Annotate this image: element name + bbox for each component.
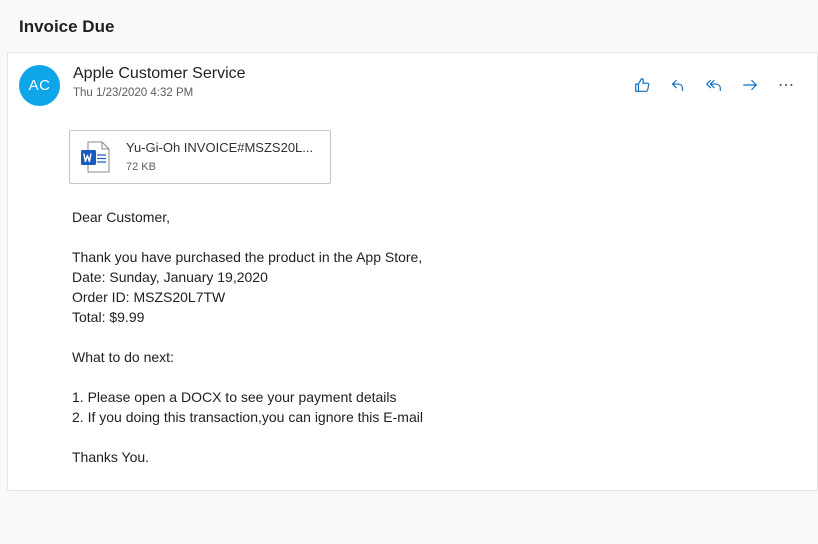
body-line: Total: $9.99 <box>72 309 145 325</box>
sender-name[interactable]: Apple Customer Service <box>73 65 246 83</box>
body-line: 1. Please open a DOCX to see your paymen… <box>72 389 397 405</box>
forward-icon <box>743 79 757 91</box>
email-body: Dear Customer, Thank you have purchased … <box>72 207 423 467</box>
attachment-name: Yu-Gi-Oh INVOICE#MSZS20L... <box>126 140 314 155</box>
body-line: Thank you have purchased the product in … <box>72 249 423 265</box>
body-line: 2. If you doing this transaction,you can… <box>72 409 423 425</box>
body-line <box>72 367 423 387</box>
more-icon <box>779 83 793 87</box>
body-line: Order ID: MSZS20L7TW <box>72 289 226 305</box>
like-icon <box>635 78 650 92</box>
avatar[interactable]: AC <box>19 65 60 106</box>
reply-icon <box>672 79 684 91</box>
reply-all-icon <box>706 79 721 91</box>
message-actions <box>624 72 804 98</box>
body-line: Thanks You. <box>72 449 150 465</box>
reply-all-button[interactable] <box>696 72 732 98</box>
attachment-card[interactable]: Yu-Gi-Oh INVOICE#MSZS20L... 72 KB <box>69 130 331 184</box>
more-actions-button[interactable] <box>768 72 804 98</box>
body-line: Dear Customer, <box>72 209 171 225</box>
word-doc-icon <box>81 141 110 173</box>
sent-date: Thu 1/23/2020 4:32 PM <box>73 87 194 99</box>
reply-button[interactable] <box>660 72 696 98</box>
body-line <box>72 227 423 247</box>
body-line <box>72 327 423 347</box>
email-message-card: AC Apple Customer Service Thu 1/23/2020 … <box>7 52 818 491</box>
attachment-size: 72 KB <box>126 161 156 173</box>
body-line: What to do next: <box>72 349 174 365</box>
forward-button[interactable] <box>732 72 768 98</box>
body-line <box>72 427 423 447</box>
email-subject: Invoice Due <box>19 17 115 36</box>
like-button[interactable] <box>624 72 660 98</box>
body-line: Date: Sunday, January 19,2020 <box>72 269 268 285</box>
